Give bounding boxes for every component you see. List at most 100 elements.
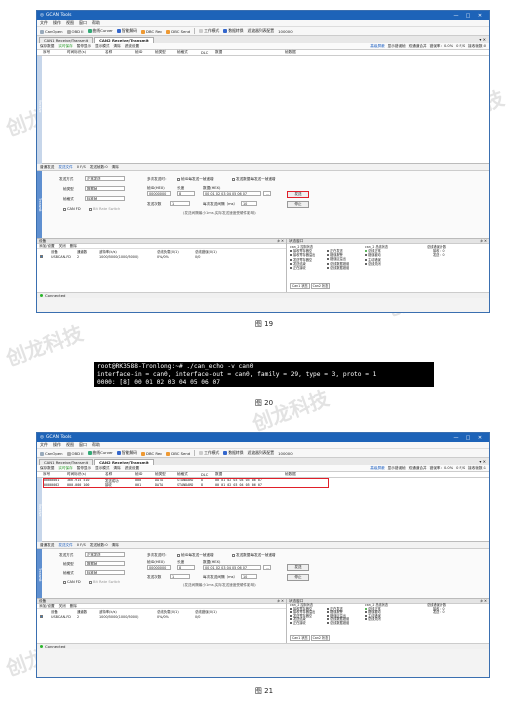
length-select[interactable]: 8 [177,565,195,570]
advanced-mask-button[interactable]: 高级屏蔽 [370,44,384,49]
interval-input[interactable]: 10 [241,201,257,206]
show-error-frame-toggle[interactable]: 显示错误帧 [388,466,406,471]
canopen-button[interactable]: CanOpen [40,451,63,456]
menu-window[interactable]: 窗口 [79,442,87,448]
filter-settings-button[interactable]: 滤波设置 [125,44,139,49]
send-file-tab[interactable]: 发送文件 [58,165,72,170]
data-convert-button[interactable]: 数据转换 [223,450,244,456]
data-increment-checkbox[interactable]: 发送数据每发送一帧递增 [232,553,276,558]
stop-button[interactable]: 停止 [287,574,309,581]
obd-button[interactable]: OBD II [66,451,84,456]
status-panel-pin-icon[interactable]: ⊅ ✕ [480,239,489,243]
frame-format-select[interactable]: 标准帧 [85,196,125,201]
bit-rate-switch-checkbox[interactable]: Bit Rate Switch [89,580,120,584]
close-device-button[interactable]: 关闭 [59,244,66,249]
can-fd-checkbox[interactable]: CAN FD [63,207,81,211]
pause-display-button[interactable]: 暂停显示 [77,466,91,471]
tab-can1[interactable]: CAN1 Receive/Transmit [39,459,94,465]
status-panel-pin-icon[interactable]: ⊅ ✕ [480,599,489,603]
clear-button[interactable]: 清除 [114,466,121,471]
interval-input[interactable]: 10 [241,574,257,579]
close-tab-icon[interactable]: ▾ ✕ [479,37,486,42]
device-row[interactable]: USBCAN-FD 2 1000/5000(1000/5000) 0%/0% 0… [37,254,286,259]
smart-decode-button[interactable]: 智能解码 [116,28,137,34]
curve-button[interactable]: 曲线Curver [87,28,113,34]
data-convert-button[interactable]: 数据转换 [223,28,244,34]
add-device-button[interactable]: 添加/设置 [39,244,55,249]
tab-can1-status[interactable]: Can1 状态 [290,283,310,289]
receive-grid[interactable]: Receive 00000001 366.915 510 发送成功 000 DA… [37,478,489,542]
maximize-button[interactable]: □ [462,13,474,19]
minimize-button[interactable]: — [450,13,462,19]
data-more-button[interactable]: ... [263,565,271,570]
canopen-button[interactable]: CanOpen [40,29,63,34]
minimize-button[interactable]: — [450,435,462,441]
display-mode-button[interactable]: 显示模式 [95,466,109,471]
send-file-tab[interactable]: 发送文件 [58,543,72,548]
clear-button[interactable]: 清除 [114,44,121,49]
send-count-input[interactable]: 1 [170,201,190,206]
work-mode-button[interactable]: 工作模式 [199,28,219,34]
realtime-save-button[interactable]: 实时保存 [58,466,72,471]
tab-can2[interactable]: CAN2 Receive/Transmit [94,459,154,465]
delete-device-button[interactable]: 删除 [70,604,77,609]
obd-button[interactable]: OBD II [66,29,84,34]
stop-button[interactable]: 停止 [287,201,309,208]
curve-button[interactable]: 曲线Curver [87,450,113,456]
id-increment-checkbox[interactable]: 帧ID每发送一帧递增 [177,177,214,182]
send-mode-select[interactable]: 正常发送 [85,552,125,557]
bit-rate-switch-checkbox[interactable]: Bit Rate Switch [89,207,120,211]
tab-can1[interactable]: CAN1 Receive/Transmit [39,37,94,43]
device-row[interactable]: USBCAN-FD 2 1000/5000(1000/5000) 0%/0% 0… [37,614,286,619]
send-count-input[interactable]: 1 [170,574,190,579]
show-error-frame-toggle[interactable]: 显示错误帧 [388,44,406,49]
menu-operate[interactable]: 操作 [53,442,61,448]
receive-grid[interactable]: Receive [37,56,489,164]
device-panel-pin-icon[interactable]: ⊅ ✕ [277,599,286,603]
filter-config-button[interactable]: 滤波器列表配置 [248,450,275,456]
frame-type-select[interactable]: 数据帧 [85,186,125,191]
frame-type-select[interactable]: 数据帧 [85,561,125,566]
close-button[interactable]: ✕ [474,435,486,441]
data-more-button[interactable]: ... [263,191,271,196]
delete-device-button[interactable]: 删除 [70,244,77,249]
frame-id-input[interactable]: 00000000 [147,565,171,570]
menu-help[interactable]: 帮助 [92,442,100,448]
smart-decode-button[interactable]: 智能解码 [116,450,137,456]
maximize-button[interactable]: □ [462,435,474,441]
dbc-send-button[interactable]: DBC Send [166,29,190,34]
menu-operate[interactable]: 操作 [53,20,61,26]
normal-send-tab[interactable]: 普通发送 [40,165,54,170]
data-increment-checkbox[interactable]: 发送数据每发送一帧递增 [232,177,276,182]
tab-can2-status[interactable]: Can2 状态 [310,283,331,289]
close-button[interactable]: ✕ [474,13,486,19]
close-tab-icon[interactable]: ▾ ✕ [479,459,486,464]
menu-window[interactable]: 窗口 [79,20,87,26]
close-device-button[interactable]: 关闭 [59,604,66,609]
menu-file[interactable]: 文件 [40,442,48,448]
tab-can2-status[interactable]: Can2 状态 [310,635,331,641]
data-input[interactable]: 00 01 02 03 04 05 06 07 [203,565,261,570]
id-increment-checkbox[interactable]: 帧ID每发送一帧递增 [177,553,214,558]
send-button[interactable]: 发送 [287,564,309,571]
add-device-button[interactable]: 添加/设置 [39,604,55,609]
display-mode-button[interactable]: 显示模式 [95,44,109,49]
save-data-button[interactable]: 保存数据 [40,466,54,471]
dbc-send-button[interactable]: DBC Send [166,451,190,456]
menu-view[interactable]: 视图 [66,442,74,448]
dbc-rec-button[interactable]: DBC Rec [141,451,162,456]
normal-send-tab[interactable]: 普通发送 [40,543,54,548]
send-button[interactable]: 发送 [287,191,309,198]
menu-view[interactable]: 视图 [66,20,74,26]
pause-display-button[interactable]: 暂停显示 [77,44,91,49]
tab-can1-status[interactable]: Can1 状态 [290,635,310,641]
can-fd-checkbox[interactable]: CAN FD [63,580,81,584]
merge-channels-toggle[interactable]: 双通道合并 [409,466,427,471]
filter-config-button[interactable]: 滤波器列表配置 [248,28,275,34]
send-clear-button[interactable]: 清除 [112,165,119,170]
work-mode-button[interactable]: 工作模式 [199,450,219,456]
save-data-button[interactable]: 保存数据 [40,44,54,49]
menu-file[interactable]: 文件 [40,20,48,26]
advanced-mask-button[interactable]: 高级屏蔽 [370,466,384,471]
tab-can2[interactable]: CAN2 Receive/Transmit [94,37,154,43]
